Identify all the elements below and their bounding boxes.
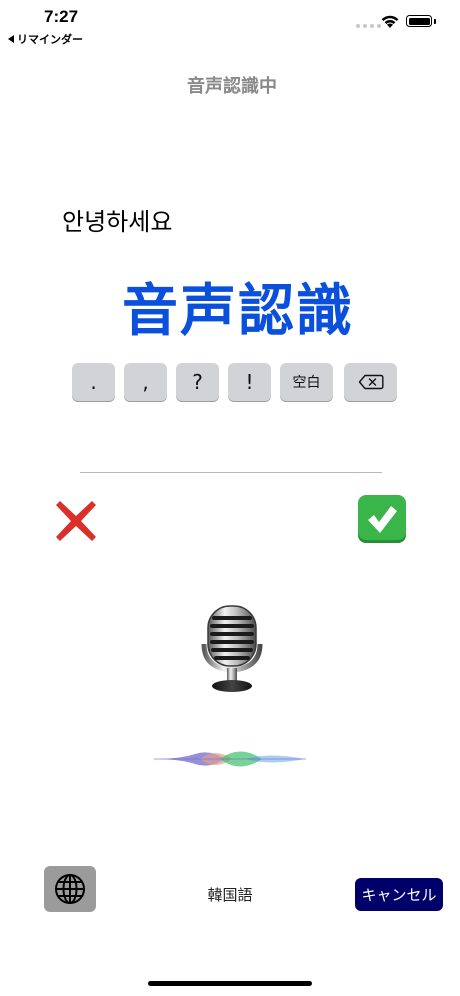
home-indicator	[148, 981, 312, 986]
language-label: 韓国語	[207, 886, 253, 904]
battery-icon	[406, 15, 432, 27]
backspace-icon	[358, 374, 383, 390]
microphone-icon[interactable]	[194, 600, 270, 698]
divider	[80, 472, 382, 473]
cross-mark-icon[interactable]	[50, 495, 102, 547]
page-title: 音声認識中	[187, 76, 277, 97]
check-glyph	[368, 506, 397, 533]
voice-waveform-icon	[154, 751, 306, 767]
recognized-text: 안녕하세요	[62, 208, 173, 236]
voice-recognition-label: 音声認識	[122, 279, 354, 344]
backspace-button[interactable]	[344, 363, 397, 401]
back-app-label: リマインダー	[17, 33, 83, 46]
signal-dots-icon	[356, 24, 381, 28]
punctuation-key-row: . , ? ! 空白	[72, 363, 406, 401]
key-exclamation[interactable]: !	[228, 363, 271, 401]
back-arrow-icon	[8, 35, 14, 43]
key-comma[interactable]: ,	[124, 363, 167, 401]
check-mark-icon[interactable]	[358, 495, 406, 543]
battery-tip	[434, 19, 436, 24]
globe-icon	[55, 874, 85, 904]
language-globe-button[interactable]	[44, 866, 96, 912]
status-time: 7:27	[44, 7, 79, 26]
key-space[interactable]: 空白	[280, 363, 333, 401]
key-question[interactable]: ?	[176, 363, 219, 401]
back-to-app-link[interactable]: リマインダー	[8, 31, 83, 47]
cancel-button[interactable]: キャンセル	[355, 878, 443, 911]
wifi-icon	[381, 15, 399, 28]
key-period[interactable]: .	[72, 363, 115, 401]
